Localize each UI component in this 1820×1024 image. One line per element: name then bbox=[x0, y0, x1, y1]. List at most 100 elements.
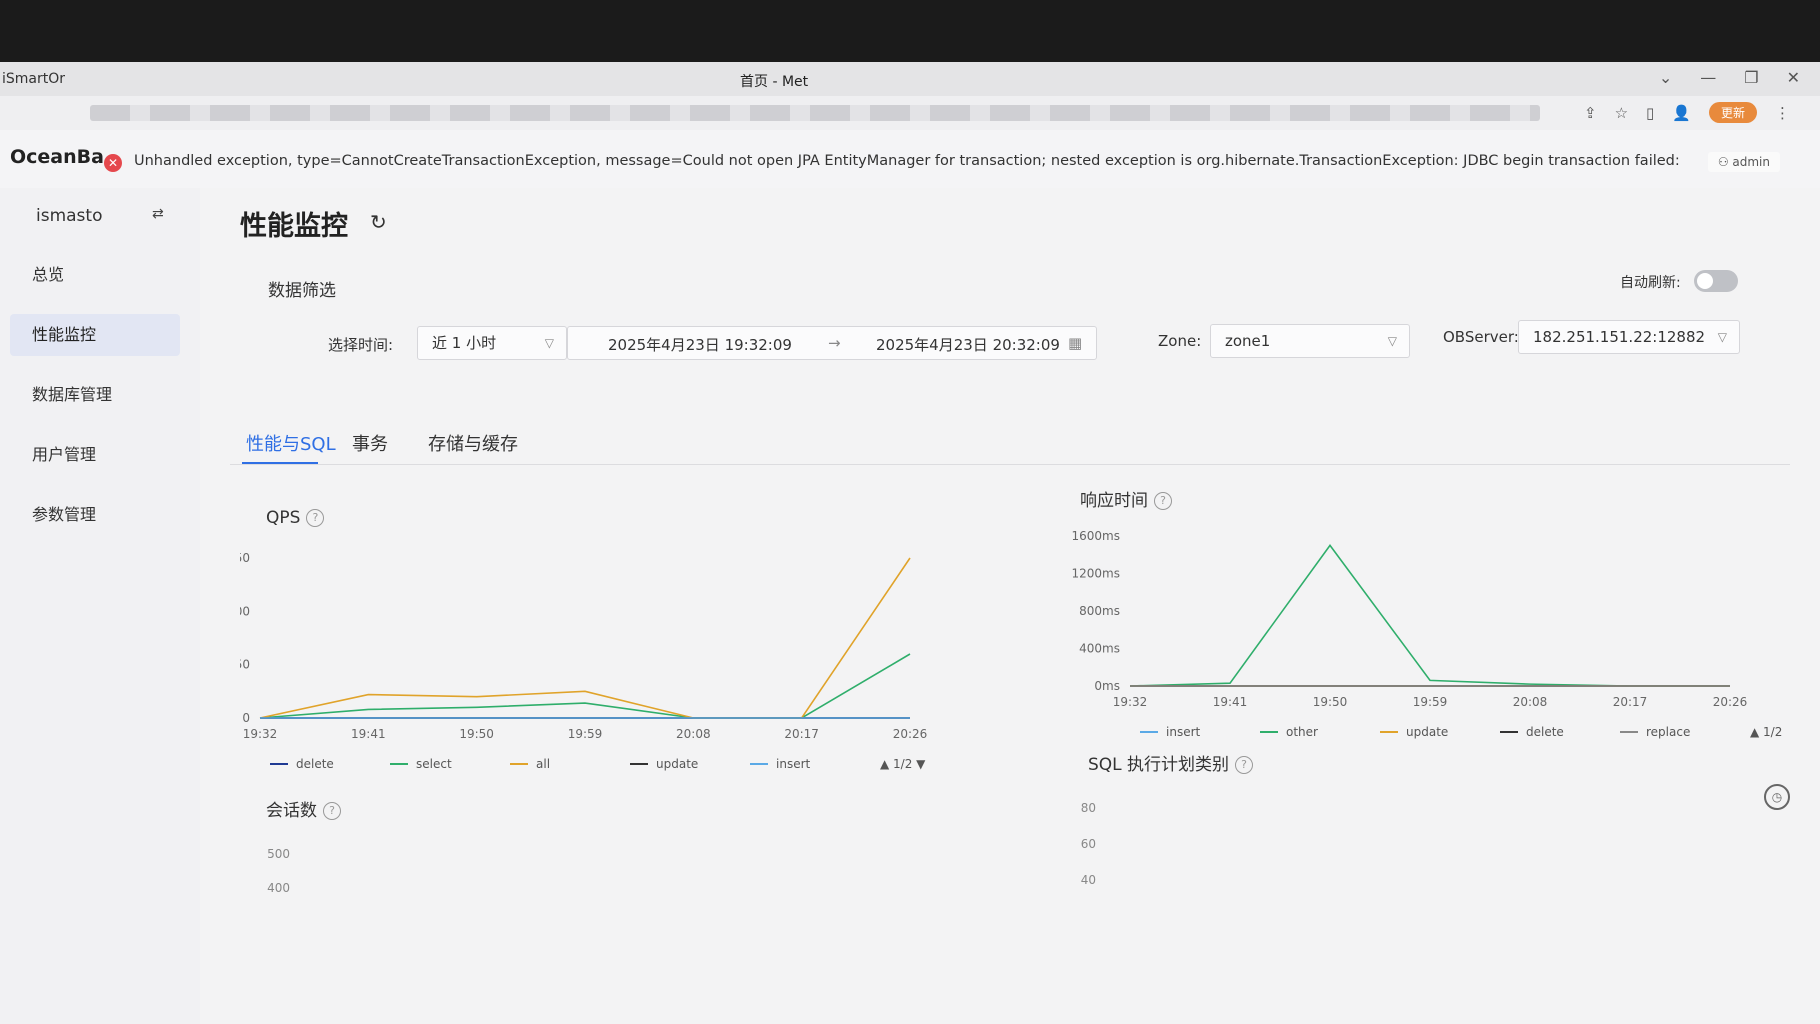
auto-refresh-label: 自动刷新: bbox=[1620, 275, 1681, 291]
page-title: 性能监控 bbox=[240, 211, 348, 242]
sessions-chart-title: 会话数? bbox=[266, 796, 341, 821]
end-time[interactable]: 2025年4月23日 20:32:09 bbox=[876, 334, 1060, 355]
y-tick-label: 80 bbox=[1081, 801, 1096, 815]
sidebar-item-database[interactable]: 数据库管理 bbox=[10, 374, 180, 416]
y-tick-label: 1600ms bbox=[1072, 529, 1120, 543]
logo: OceanBa bbox=[10, 146, 104, 168]
screen: iSmartOr 首页 - Met ⌄ — ❐ ✕ ⇪ ☆ ▯ 👤 更新 ⋮ O… bbox=[0, 62, 1820, 1024]
auto-refresh-toggle[interactable] bbox=[1694, 270, 1738, 292]
date-range-picker[interactable]: 2025年4月23日 19:32:09 → 2025年4月23日 20:32:0… bbox=[567, 326, 1097, 360]
legend-label-all: all bbox=[536, 757, 550, 771]
chevron-down-icon: ▽ bbox=[544, 336, 554, 350]
sidebar-item-overview[interactable]: 总览 bbox=[10, 254, 180, 296]
response-time-chart: 1600ms 1200ms 800ms 400ms 0ms 19:32 19:41 19:50… bbox=[1072, 529, 1786, 739]
y-tick-label: 0 bbox=[242, 711, 250, 725]
observer-value: 182.251.151.22:12882 bbox=[1533, 328, 1706, 346]
sidebar-icon[interactable]: ▯ bbox=[1646, 104, 1654, 122]
observer-select[interactable]: 182.251.151.22:12882 ▽ bbox=[1518, 320, 1740, 354]
x-tick-label: 19:59 bbox=[568, 727, 603, 741]
range-arrow: → bbox=[828, 334, 841, 352]
star-icon[interactable]: ☆ bbox=[1615, 104, 1628, 122]
legend-label-other: other bbox=[1286, 725, 1318, 739]
time-label: 选择时间: bbox=[328, 336, 394, 354]
chevron-down-icon[interactable]: ⌄ bbox=[1659, 68, 1672, 87]
sidebar-item-parameters[interactable]: 参数管理 bbox=[10, 494, 180, 536]
help-icon[interactable]: ? bbox=[1154, 492, 1172, 510]
sql-plan-chart: 80 60 40 bbox=[1081, 801, 1096, 887]
x-tick-label: 20:08 bbox=[676, 727, 711, 741]
time-preset-select[interactable]: 近 1 小时 ▽ bbox=[417, 326, 567, 360]
browser-tab-title[interactable]: 首页 - Met bbox=[740, 71, 808, 91]
browser-tab-left[interactable]: iSmartOr bbox=[2, 71, 65, 87]
legend-label-delete: delete bbox=[296, 757, 334, 771]
tab-storage-cache[interactable]: 存储与缓存 bbox=[428, 430, 518, 456]
clock-icon[interactable]: ◷ bbox=[1764, 784, 1790, 810]
address-bar[interactable]: ⇪ ☆ ▯ 👤 更新 ⋮ bbox=[0, 96, 1820, 131]
sidebar-item-performance[interactable]: 性能监控 bbox=[10, 314, 180, 356]
y-tick-label: 800ms bbox=[1079, 604, 1120, 618]
refresh-icon[interactable]: ↻ bbox=[370, 210, 387, 234]
zone-select[interactable]: zone1 ▽ bbox=[1210, 324, 1410, 358]
tabs-divider bbox=[230, 464, 1790, 465]
legend-page-indicator: ▲ 1/2 ▼ bbox=[1750, 725, 1786, 739]
series-line-all bbox=[259, 557, 911, 719]
chevron-down-icon: ▽ bbox=[1717, 330, 1727, 344]
qps-chart: 150 100 50 0 19:32 19:41 19:50 19:59 20:08 20:17 2… bbox=[240, 551, 928, 771]
y-tick-label: 40 bbox=[1081, 873, 1096, 887]
x-tick-label: 19:32 bbox=[1113, 695, 1148, 709]
legend-label-replace: replace bbox=[1646, 725, 1690, 739]
user-name: admin bbox=[1732, 155, 1770, 169]
y-tick-label: 1200ms bbox=[1072, 567, 1120, 581]
start-time[interactable]: 2025年4月23日 19:32:09 bbox=[608, 334, 792, 355]
update-button[interactable]: 更新 bbox=[1708, 102, 1757, 123]
x-tick-label: 19:50 bbox=[1313, 695, 1348, 709]
x-tick-label: 20:08 bbox=[1513, 695, 1548, 709]
qps-title-text: QPS bbox=[266, 508, 301, 528]
y-tick-label: 150 bbox=[240, 551, 250, 565]
sql-plan-title-text: SQL 执行计划类别 bbox=[1088, 755, 1230, 775]
y-tick-label: 0ms bbox=[1094, 679, 1120, 693]
help-icon[interactable]: ? bbox=[1235, 756, 1254, 774]
restore-icon[interactable]: ❐ bbox=[1744, 68, 1758, 87]
y-tick-label: 60 bbox=[1081, 837, 1096, 851]
x-tick-label: 20:17 bbox=[784, 727, 819, 741]
minimize-icon[interactable]: — bbox=[1700, 68, 1716, 87]
cluster-switch-icon[interactable]: ⇄ bbox=[152, 206, 164, 222]
user-icon: ⚇ bbox=[1717, 155, 1733, 169]
x-tick-label: 19:41 bbox=[351, 727, 386, 741]
observer-label: OBServer: bbox=[1443, 328, 1519, 346]
y-tick-label: 400 bbox=[267, 881, 290, 895]
x-tick-label: 20:26 bbox=[893, 727, 928, 741]
sidebar-item-users[interactable]: 用户管理 bbox=[10, 434, 180, 476]
help-icon[interactable]: ? bbox=[306, 509, 325, 527]
more-icon[interactable]: ⋮ bbox=[1775, 104, 1790, 122]
share-icon[interactable]: ⇪ bbox=[1584, 104, 1597, 122]
tab-transactions[interactable]: 事务 bbox=[352, 430, 388, 456]
y-tick-label: 400ms bbox=[1079, 642, 1120, 656]
calendar-icon[interactable]: ▦ bbox=[1068, 334, 1082, 352]
qps-chart-title: QPS? bbox=[266, 508, 325, 528]
profile-icon[interactable]: 👤 bbox=[1672, 104, 1691, 122]
zone-value: zone1 bbox=[1225, 332, 1271, 350]
x-tick-label: 19:50 bbox=[459, 727, 494, 741]
sessions-title-text: 会话数 bbox=[266, 801, 317, 821]
x-tick-label: 20:17 bbox=[1613, 695, 1648, 709]
response-title-text: 响应时间 bbox=[1080, 491, 1148, 511]
browser-titlebar: iSmartOr 首页 - Met ⌄ — ❐ ✕ bbox=[0, 62, 1820, 97]
cluster-name[interactable]: ismasto bbox=[36, 206, 102, 226]
legend-label-delete: delete bbox=[1526, 725, 1564, 739]
chevron-down-icon: ▽ bbox=[1387, 334, 1397, 348]
series-line-other bbox=[1129, 544, 1730, 687]
x-tick-label: 20:26 bbox=[1713, 695, 1748, 709]
y-tick-label: 50 bbox=[240, 658, 250, 672]
legend-label-insert: insert bbox=[1166, 725, 1201, 739]
sessions-chart: 500 400 bbox=[267, 847, 290, 895]
user-menu[interactable]: ⚇ admin bbox=[1707, 152, 1780, 172]
url-field[interactable] bbox=[90, 105, 1540, 121]
y-tick-label: 500 bbox=[267, 847, 290, 861]
help-icon[interactable]: ? bbox=[323, 802, 341, 820]
x-tick-label: 19:59 bbox=[1413, 695, 1448, 709]
time-preset-value: 近 1 小时 bbox=[432, 334, 497, 352]
close-icon[interactable]: ✕ bbox=[1787, 68, 1800, 87]
tab-performance-sql[interactable]: 性能与SQL bbox=[246, 430, 336, 456]
